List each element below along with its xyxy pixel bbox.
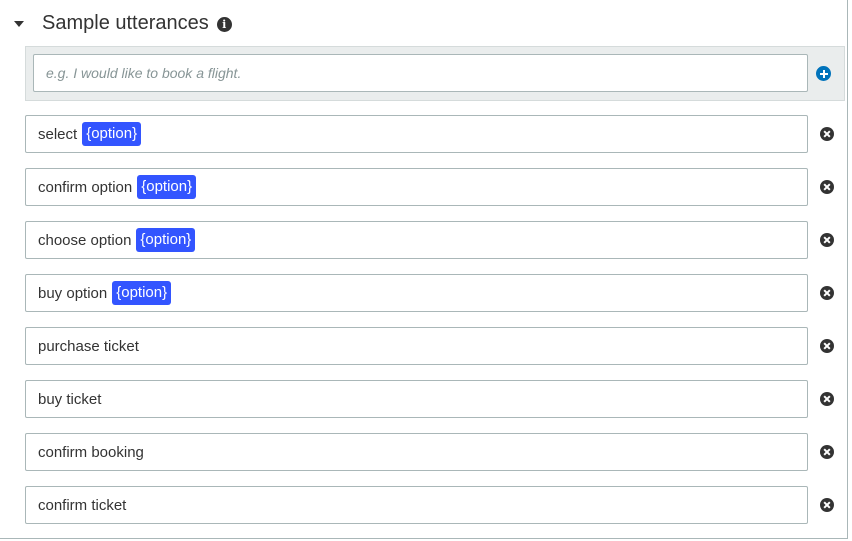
utterance-text: choose option — [38, 231, 132, 249]
remove-circle-icon[interactable] — [820, 445, 834, 459]
utterance-row: select {option} — [25, 115, 845, 168]
utterance-text: confirm ticket — [38, 496, 127, 514]
utterance-text: buy option — [38, 284, 108, 302]
slot-chip[interactable]: {option} — [136, 228, 196, 252]
utterance-field[interactable]: buy option {option} — [25, 274, 808, 312]
remove-circle-icon[interactable] — [820, 286, 834, 300]
utterance-field[interactable]: confirm ticket — [25, 486, 808, 524]
plus-circle-icon[interactable] — [816, 66, 831, 81]
utterance-field[interactable]: choose option {option} — [25, 221, 808, 259]
utterance-text: confirm booking — [38, 443, 144, 461]
utterance-row: choose option {option} — [25, 221, 845, 274]
remove-circle-icon[interactable] — [820, 392, 834, 406]
utterance-field[interactable]: select {option} — [25, 115, 808, 153]
utterance-field[interactable]: purchase ticket — [25, 327, 808, 365]
utterance-row: confirm booking — [25, 433, 845, 486]
utterance-text: buy ticket — [38, 390, 102, 408]
info-icon[interactable]: i — [216, 16, 232, 32]
utterance-text: purchase ticket — [38, 337, 139, 355]
caret-down-icon[interactable] — [14, 21, 24, 27]
remove-circle-icon[interactable] — [820, 498, 834, 512]
section-header[interactable]: Sample utterances i — [14, 8, 232, 38]
slot-chip[interactable]: {option} — [112, 281, 172, 305]
slot-chip[interactable]: {option} — [137, 175, 197, 199]
section-title: Sample utterances — [42, 11, 209, 34]
utterance-row: purchase ticket — [25, 327, 845, 380]
remove-circle-icon[interactable] — [820, 233, 834, 247]
remove-circle-icon[interactable] — [820, 180, 834, 194]
utterance-text: select — [38, 125, 78, 143]
utterance-row: confirm option {option} — [25, 168, 845, 221]
slot-chip[interactable]: {option} — [82, 122, 142, 146]
utterance-field[interactable]: confirm option {option} — [25, 168, 808, 206]
remove-circle-icon[interactable] — [820, 127, 834, 141]
utterance-row: confirm ticket — [25, 486, 845, 539]
utterance-row: buy ticket — [25, 380, 845, 433]
utterance-field[interactable]: confirm booking — [25, 433, 808, 471]
utterance-list: select {option} confirm option {option} choo… — [25, 115, 845, 539]
utterance-text: confirm option — [38, 178, 133, 196]
utterance-row: buy option {option} — [25, 274, 845, 327]
new-utterance-row — [25, 46, 845, 101]
remove-circle-icon[interactable] — [820, 339, 834, 353]
utterance-field[interactable]: buy ticket — [25, 380, 808, 418]
new-utterance-input[interactable] — [33, 54, 808, 92]
